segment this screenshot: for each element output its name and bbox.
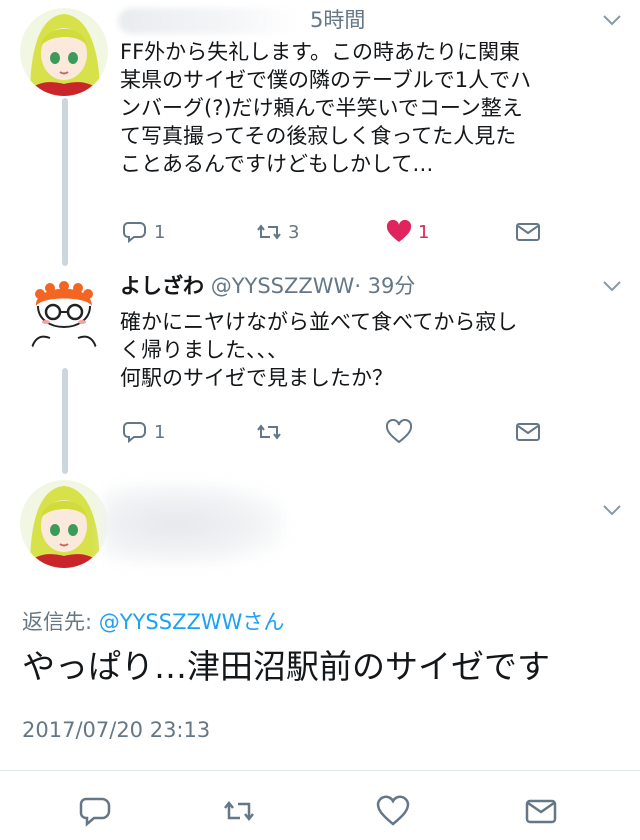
like-button[interactable]: 1 [386, 218, 429, 246]
dm-button[interactable] [515, 418, 541, 446]
chevron-down-icon[interactable] [600, 10, 624, 30]
tweet-text: FF外から失礼します。この時あたりに関東 某県のサイゼで僕の隣のテーブルで1人で… [120, 40, 532, 176]
redacted-username [118, 8, 298, 34]
reply-button[interactable] [78, 794, 112, 828]
thread-line [62, 368, 68, 474]
reply-to-mention[interactable]: @YYSSZZWWさん [99, 610, 285, 634]
tweet-author-row[interactable]: よしざわ @YYSSZZWW· 39分 [120, 272, 415, 300]
dm-icon [525, 799, 557, 824]
avatar-glasses-cartoon-icon [20, 272, 108, 360]
dm-icon [516, 423, 540, 441]
retweet-icon [257, 224, 281, 240]
tweet-timestamp[interactable]: 2017/07/20 23:13 [22, 718, 210, 742]
tweet-text: 確かにニヤけながら並べて食べてから寂し く帰りました、、、 何駅のサイゼで見まし… [120, 310, 518, 390]
user-handle: @YYSSZZWW [210, 274, 355, 298]
reply-to-label: 返信先: [22, 610, 93, 634]
like-button[interactable] [386, 418, 412, 446]
display-name: よしざわ [120, 274, 204, 298]
like-button[interactable] [376, 794, 410, 828]
retweet-icon [224, 800, 254, 822]
reply-button[interactable]: 1 [122, 418, 165, 446]
dm-button[interactable] [515, 218, 541, 246]
retweet-button[interactable] [222, 794, 256, 828]
tweet-timestamp: · 39分 [354, 274, 416, 298]
heart-outline-icon [386, 419, 412, 444]
reply-count: 1 [154, 221, 166, 243]
retweet-button[interactable]: 3 [256, 218, 299, 246]
avatar[interactable] [20, 480, 108, 568]
reply-button[interactable]: 1 [122, 218, 165, 246]
like-count: 1 [418, 221, 430, 243]
dm-button[interactable] [524, 794, 558, 828]
avatar[interactable] [20, 8, 108, 96]
reply-icon [79, 797, 111, 827]
redacted-username [104, 484, 284, 564]
reply-icon [123, 422, 146, 444]
heart-outline-icon [376, 795, 410, 826]
chevron-down-icon[interactable] [600, 276, 624, 296]
retweet-count: 3 [288, 221, 300, 243]
divider [0, 770, 640, 771]
dm-icon [516, 223, 540, 241]
heart-icon [386, 219, 412, 242]
tweet-timestamp[interactable]: 5時間 [310, 6, 365, 34]
reply-to-line: 返信先: @YYSSZZWWさん [22, 606, 284, 636]
avatar-anime-girl-icon [20, 8, 108, 96]
reply-icon [123, 222, 146, 244]
chevron-down-icon[interactable] [600, 500, 624, 520]
reply-count: 1 [154, 421, 166, 443]
thread-line [62, 98, 68, 266]
tweet-text: やっぱり…津田沼駅前のサイゼです [22, 647, 550, 686]
retweet-icon [257, 424, 281, 440]
avatar-anime-girl-icon [20, 480, 108, 568]
retweet-button[interactable] [256, 418, 282, 446]
avatar[interactable] [20, 272, 108, 360]
